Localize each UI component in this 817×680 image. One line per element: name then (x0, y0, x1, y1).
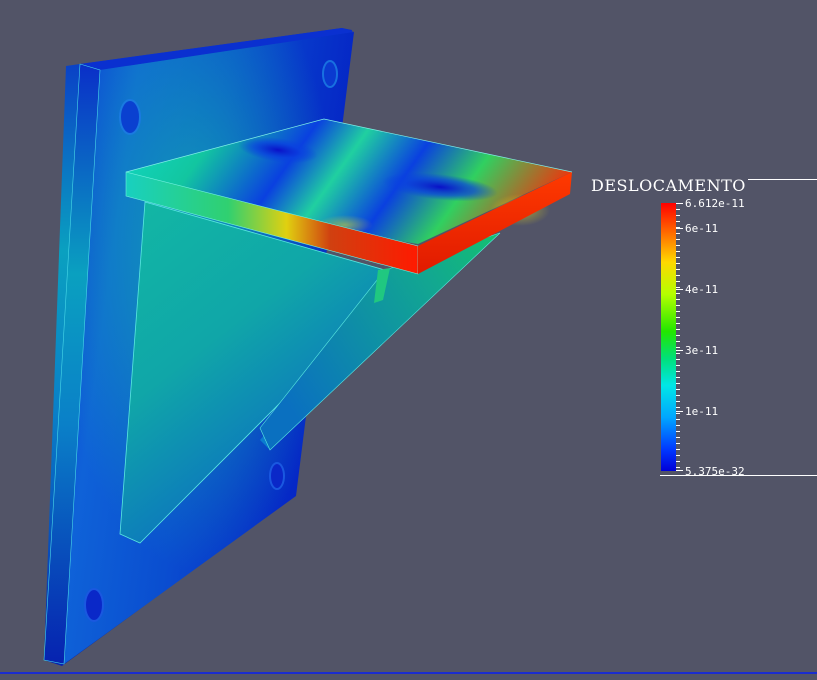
bolt-hole (119, 99, 141, 135)
colorbar-minor-tick (676, 305, 680, 306)
colorbar-max-tick (676, 203, 683, 204)
colorbar-minor-tick (676, 299, 680, 300)
colorbar-minor-tick (676, 395, 680, 396)
colorbar-tick-label: 6e-11 (685, 222, 719, 235)
colorbar-minor-tick (676, 437, 680, 438)
colorbar-minor-tick (676, 383, 680, 384)
colorbar-minor-tick (676, 311, 680, 312)
colorbar-minor-tick (676, 449, 680, 450)
bolt-hole (84, 588, 104, 622)
legend-title: DESLOCAMENTO (591, 176, 746, 195)
colorbar-minor-tick (676, 467, 680, 468)
colorbar-minor-tick (676, 407, 680, 408)
colorbar-minor-tick (676, 293, 680, 294)
colorbar-minor-tick (676, 287, 680, 288)
legend-bottom-divider (660, 475, 817, 476)
colorbar-minor-tick (676, 443, 680, 444)
colorbar-minor-tick (676, 251, 680, 252)
colorbar-minor-tick (676, 263, 680, 264)
viewport-bottom-border (0, 672, 817, 674)
colorbar-minor-tick (676, 371, 680, 372)
colorbar-minor-tick (676, 413, 680, 414)
colorbar-minor-tick (676, 281, 680, 282)
colorbar-minor-tick (676, 239, 680, 240)
colorbar-major-tick (676, 289, 683, 290)
colorbar-minor-tick (676, 275, 680, 276)
3d-render-viewport[interactable] (0, 0, 817, 680)
colorbar-major-tick (676, 228, 683, 229)
colorbar-minor-tick (676, 245, 680, 246)
colorbar-tick-label: 3e-11 (685, 344, 719, 357)
colorbar-minor-tick (676, 419, 680, 420)
colorbar-minor-tick (676, 209, 680, 210)
colorbar-minor-tick (676, 401, 680, 402)
colorbar-min-tick (676, 470, 683, 471)
colorbar-tick-label: 1e-11 (685, 405, 719, 418)
colorbar-minor-tick (676, 221, 680, 222)
bolt-hole (269, 462, 285, 490)
colorbar-major-tick (676, 411, 683, 412)
colorbar-minor-tick (676, 359, 680, 360)
colorbar-minor-tick (676, 269, 680, 270)
colorbar-minor-tick (676, 347, 680, 348)
colorbar-minor-tick (676, 461, 680, 462)
colorbar-tick-label: 4e-11 (685, 283, 719, 296)
colorbar-minor-tick (676, 377, 680, 378)
colorbar-minor-tick (676, 431, 680, 432)
colorbar-max-label: 6.612e-11 (685, 197, 745, 210)
colorbar (661, 203, 676, 471)
colorbar-minor-tick (676, 353, 680, 354)
colorbar-minor-tick (676, 455, 680, 456)
bolt-hole (322, 60, 338, 88)
colorbar-minor-tick (676, 389, 680, 390)
colorbar-minor-tick (676, 335, 680, 336)
colorbar-minor-tick (676, 329, 680, 330)
colorbar-minor-tick (676, 341, 680, 342)
colorbar-minor-tick (676, 233, 680, 234)
legend-title-divider (748, 179, 817, 180)
colorbar-major-tick (676, 350, 683, 351)
colorbar-minor-tick (676, 323, 680, 324)
colorbar-minor-tick (676, 215, 680, 216)
colorbar-minor-tick (676, 257, 680, 258)
colorbar-minor-tick (676, 317, 680, 318)
colorbar-minor-tick (676, 365, 680, 366)
colorbar-minor-tick (676, 425, 680, 426)
